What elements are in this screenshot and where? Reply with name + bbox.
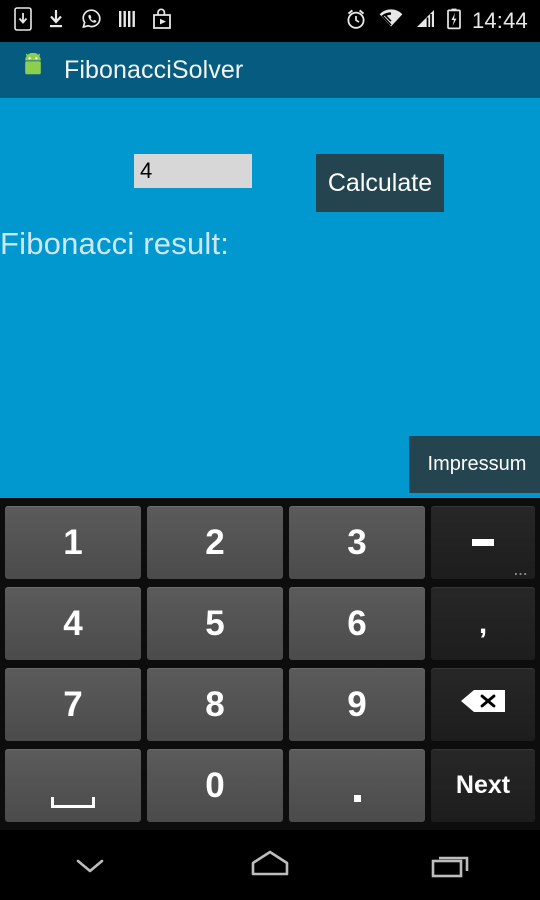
alarm-clock-icon: [344, 7, 368, 36]
key-label: 2: [205, 522, 225, 562]
key-label: 7: [63, 684, 83, 724]
key-9[interactable]: 9: [289, 668, 425, 741]
android-robot-icon: [18, 52, 48, 88]
fibonacci-result-label: Fibonacci result:: [0, 226, 230, 261]
period-glyph-icon: [353, 795, 361, 802]
key-5[interactable]: 5: [147, 587, 283, 660]
android-screen: 14:44 FibonacciSolver Calculate Fibonacc…: [0, 0, 540, 900]
wifi-icon: [378, 7, 404, 36]
key-0[interactable]: 0: [147, 749, 283, 822]
key-8[interactable]: 8: [147, 668, 283, 741]
backspace-icon: [457, 686, 509, 724]
cellular-signal-icon: [414, 7, 436, 36]
key-label: 5: [205, 603, 225, 643]
status-bar-clock: 14:44: [471, 8, 528, 33]
keyboard-row: 7 8 9: [2, 664, 538, 745]
home-icon[interactable]: [215, 830, 325, 900]
battery-charging-icon: [446, 7, 462, 36]
more-symbols-indicator: ...: [514, 563, 528, 578]
minus-glyph-icon: [472, 539, 494, 546]
key-6[interactable]: 6: [289, 587, 425, 660]
keyboard-row: 0 Next: [2, 745, 538, 826]
play-store-bag-icon: [151, 7, 173, 36]
number-input[interactable]: [134, 154, 252, 188]
key-label: 9: [347, 684, 367, 724]
key-label: 0: [205, 765, 225, 805]
key-2[interactable]: 2: [147, 506, 283, 579]
key-comma[interactable]: ,: [431, 587, 535, 660]
action-bar: FibonacciSolver: [0, 42, 540, 98]
key-minus[interactable]: ...: [431, 506, 535, 579]
status-bar-system-icons: 14:44: [344, 7, 540, 36]
key-space[interactable]: [5, 749, 141, 822]
numeric-keyboard: 1 2 3... 4 5 6, 7 8 9 0 Next: [0, 498, 540, 830]
key-period[interactable]: [289, 749, 425, 822]
keyboard-row: 4 5 6,: [2, 583, 538, 664]
key-label: 8: [205, 684, 225, 724]
recents-icon[interactable]: [395, 830, 505, 900]
key-next[interactable]: Next: [431, 749, 535, 822]
impressum-button[interactable]: Impressum: [409, 436, 540, 493]
whatsapp-icon: [80, 7, 103, 36]
key-label: 1: [63, 522, 83, 562]
app-title: FibonacciSolver: [64, 55, 244, 84]
key-4[interactable]: 4: [5, 587, 141, 660]
calculate-button[interactable]: Calculate: [316, 154, 444, 212]
download-icon: [46, 7, 66, 36]
barcode-icon: [117, 7, 137, 36]
key-label: ,: [478, 606, 488, 640]
space-glyph-icon: [51, 797, 95, 808]
key-label: 6: [347, 603, 367, 643]
app-content-area: Calculate Fibonacci result: Impressum: [0, 98, 540, 498]
navigation-bar: [0, 830, 540, 900]
hide-keyboard-icon[interactable]: [35, 830, 145, 900]
key-label: 3: [347, 522, 367, 562]
keyboard-row: 1 2 3...: [2, 502, 538, 583]
status-bar-notification-icons: [0, 6, 173, 36]
key-label: Next: [455, 771, 511, 799]
key-label: 4: [63, 603, 83, 643]
key-3[interactable]: 3: [289, 506, 425, 579]
status-bar: 14:44: [0, 0, 540, 42]
phone-download-icon: [14, 6, 32, 36]
key-backspace[interactable]: [431, 668, 535, 741]
key-1[interactable]: 1: [5, 506, 141, 579]
key-7[interactable]: 7: [5, 668, 141, 741]
